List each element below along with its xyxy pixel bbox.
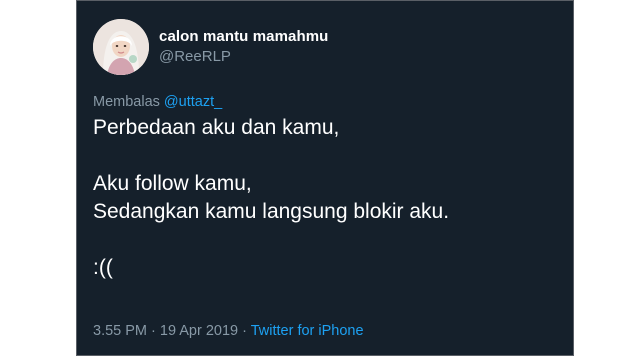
tweet-card: calon mantu mamahmu @ReeRLP Membalas @ut… <box>76 0 574 356</box>
tweet-line: :(( <box>93 256 113 279</box>
tweet-line: Aku follow kamu, <box>93 172 252 195</box>
reply-context: Membalas @uttazt_ <box>93 93 222 111</box>
tweet-text: Perbedaan aku dan kamu, Aku follow kamu,… <box>93 114 563 282</box>
avatar[interactable] <box>93 19 149 75</box>
reply-mention-link[interactable]: @uttazt_ <box>164 94 222 110</box>
display-name[interactable]: calon mantu mamahmu <box>159 27 328 47</box>
meta-separator: · <box>147 323 160 339</box>
user-names: calon mantu mamahmu @ReeRLP <box>159 27 328 67</box>
tweet-date[interactable]: 19 Apr 2019 <box>160 323 238 339</box>
tweet-line: Sedangkan kamu langsung blokir aku. <box>93 200 450 223</box>
user-handle[interactable]: @ReeRLP <box>159 47 328 67</box>
source-link[interactable]: Twitter for iPhone <box>251 323 364 339</box>
reply-prefix: Membalas <box>93 94 160 110</box>
meta-separator: · <box>238 323 251 339</box>
tweet-line: Perbedaan aku dan kamu, <box>93 116 340 139</box>
tweet-header: calon mantu mamahmu @ReeRLP <box>93 19 328 75</box>
avatar-image <box>93 19 149 75</box>
tweet-meta: 3.55 PM · 19 Apr 2019 · Twitter for iPho… <box>93 322 364 340</box>
tweet-time[interactable]: 3.55 PM <box>93 323 147 339</box>
